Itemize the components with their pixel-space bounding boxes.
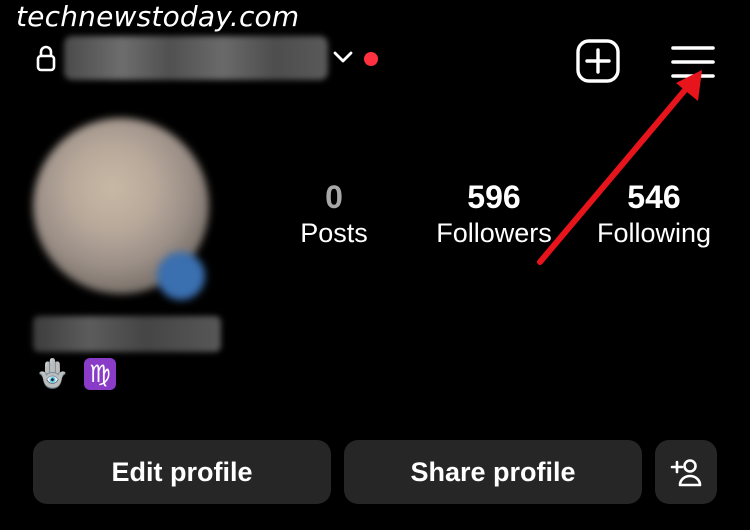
posts-stat[interactable]: 0 Posts <box>264 178 404 250</box>
share-profile-button[interactable]: Share profile <box>344 440 642 504</box>
lock-icon <box>36 45 56 72</box>
chevron-down-icon[interactable] <box>333 50 353 64</box>
hamsa-emoji: 🪬 <box>35 357 70 390</box>
followers-stat[interactable]: 596 Followers <box>424 178 564 250</box>
add-person-icon <box>670 459 702 487</box>
edit-profile-button[interactable]: Edit profile <box>33 440 331 504</box>
username-redacted[interactable] <box>64 36 328 80</box>
virgo-emoji: ♍ <box>84 358 116 390</box>
display-name-redacted <box>33 316 221 352</box>
hamburger-menu-icon[interactable] <box>670 42 716 82</box>
watermark: technewstoday.com <box>16 0 300 33</box>
followers-label: Followers <box>436 218 552 248</box>
following-label: Following <box>596 218 712 248</box>
followers-count: 596 <box>467 179 521 215</box>
new-post-icon[interactable] <box>575 38 621 84</box>
posts-label: Posts <box>300 218 368 248</box>
following-count: 546 <box>627 179 681 215</box>
posts-count: 0 <box>325 179 343 215</box>
discover-people-button[interactable] <box>655 440 717 504</box>
profile-header <box>0 30 750 90</box>
add-story-badge[interactable] <box>157 252 205 300</box>
notification-dot <box>364 52 378 66</box>
following-stat[interactable]: 546 Following <box>584 178 724 250</box>
